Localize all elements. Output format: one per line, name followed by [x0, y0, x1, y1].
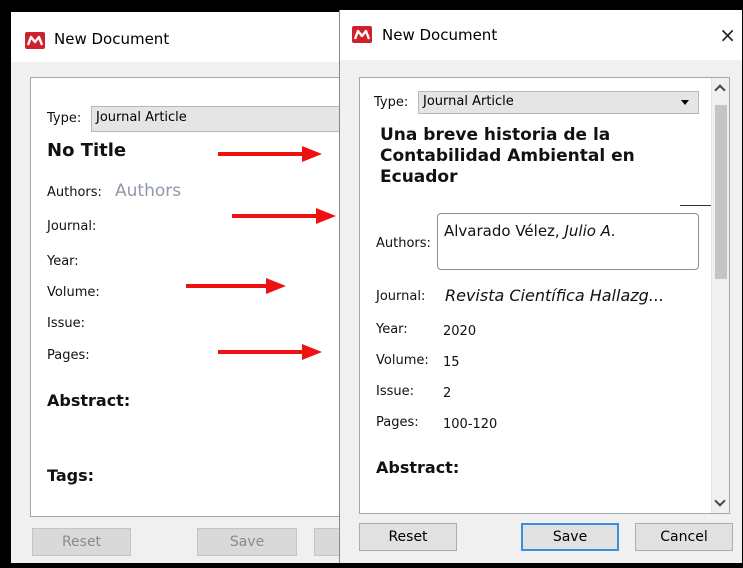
- right-volume-value[interactable]: 15: [443, 355, 460, 370]
- title-caret-line: [680, 205, 712, 206]
- left-doc-title[interactable]: No Title: [47, 140, 126, 161]
- right-details-panel: Type: Journal Article Una breve historia…: [359, 77, 730, 514]
- right-title-bar: New Document ×: [340, 10, 742, 60]
- mendeley-logo-icon: [25, 32, 45, 49]
- right-new-document-window: New Document × Type: Journal Article Una…: [339, 10, 742, 563]
- right-authors-label: Authors:: [376, 236, 431, 251]
- scroll-up-icon[interactable]: [714, 84, 726, 96]
- right-author-entry[interactable]: Alvarado Vélez, Julio A.: [444, 222, 616, 240]
- left-volume-label: Volume:: [47, 285, 100, 300]
- author-lastname: Alvarado Vélez,: [444, 222, 560, 240]
- left-type-label: Type:: [47, 111, 82, 126]
- mendeley-logo-icon: [352, 26, 372, 43]
- right-volume-label: Volume:: [376, 353, 429, 368]
- right-window-title: New Document: [382, 26, 498, 44]
- right-doc-title-line-2: Contabilidad Ambiental en: [380, 146, 635, 166]
- red-arrow-icon: [186, 278, 286, 294]
- right-journal-value[interactable]: Revista Científica Hallazg...: [445, 286, 664, 305]
- author-firstname: Julio A.: [564, 222, 616, 240]
- right-issue-value[interactable]: 2: [443, 386, 451, 401]
- left-abstract-label: Abstract:: [47, 391, 131, 410]
- right-year-value[interactable]: 2020: [443, 324, 476, 339]
- right-abstract-label: Abstract:: [376, 458, 460, 477]
- left-authors-input[interactable]: Authors: [115, 181, 181, 201]
- right-authors-field[interactable]: Alvarado Vélez, Julio A.: [437, 213, 699, 270]
- right-issue-label: Issue:: [376, 384, 414, 399]
- close-icon[interactable]: ×: [719, 25, 736, 45]
- right-doc-title-line-3: Ecuador: [380, 167, 458, 187]
- scrollbar-thumb[interactable]: [715, 105, 727, 279]
- left-window-title: New Document: [54, 30, 170, 48]
- left-authors-label: Authors:: [47, 185, 102, 200]
- right-type-label: Type:: [374, 95, 409, 110]
- left-reset-button[interactable]: Reset: [32, 528, 131, 556]
- left-details-panel: Type: Journal Article No Title Authors: …: [30, 77, 355, 517]
- left-journal-label: Journal:: [47, 219, 97, 234]
- red-arrow-icon: [218, 344, 322, 360]
- right-type-select[interactable]: Journal Article: [418, 91, 699, 114]
- left-type-select[interactable]: Journal Article: [91, 106, 355, 132]
- vertical-scrollbar[interactable]: [711, 78, 729, 513]
- red-arrow-icon: [218, 146, 322, 162]
- scroll-down-icon[interactable]: [714, 495, 726, 507]
- left-save-button[interactable]: Save: [197, 528, 297, 556]
- right-pages-label: Pages:: [376, 415, 419, 430]
- left-title-bar: New Document: [11, 12, 351, 62]
- cancel-button[interactable]: Cancel: [635, 523, 733, 551]
- left-pages-label: Pages:: [47, 348, 90, 363]
- left-type-value: Journal Article: [96, 110, 187, 125]
- right-year-label: Year:: [376, 322, 408, 337]
- left-year-label: Year:: [47, 254, 79, 269]
- red-arrow-icon: [232, 208, 336, 224]
- right-doc-title[interactable]: Una breve historia de la Contabilidad Am…: [380, 125, 635, 188]
- left-issue-label: Issue:: [47, 316, 85, 331]
- right-journal-label: Journal:: [376, 289, 426, 304]
- save-button[interactable]: Save: [521, 523, 619, 551]
- right-doc-title-line-1: Una breve historia de la: [380, 125, 611, 145]
- left-tags-label: Tags:: [47, 466, 95, 485]
- left-new-document-window: New Document Type: Journal Article No Ti…: [11, 12, 355, 563]
- right-type-value: Journal Article: [423, 94, 514, 109]
- reset-button[interactable]: Reset: [359, 523, 457, 551]
- dropdown-arrow-icon: [681, 100, 689, 105]
- right-pages-value[interactable]: 100-120: [443, 417, 497, 432]
